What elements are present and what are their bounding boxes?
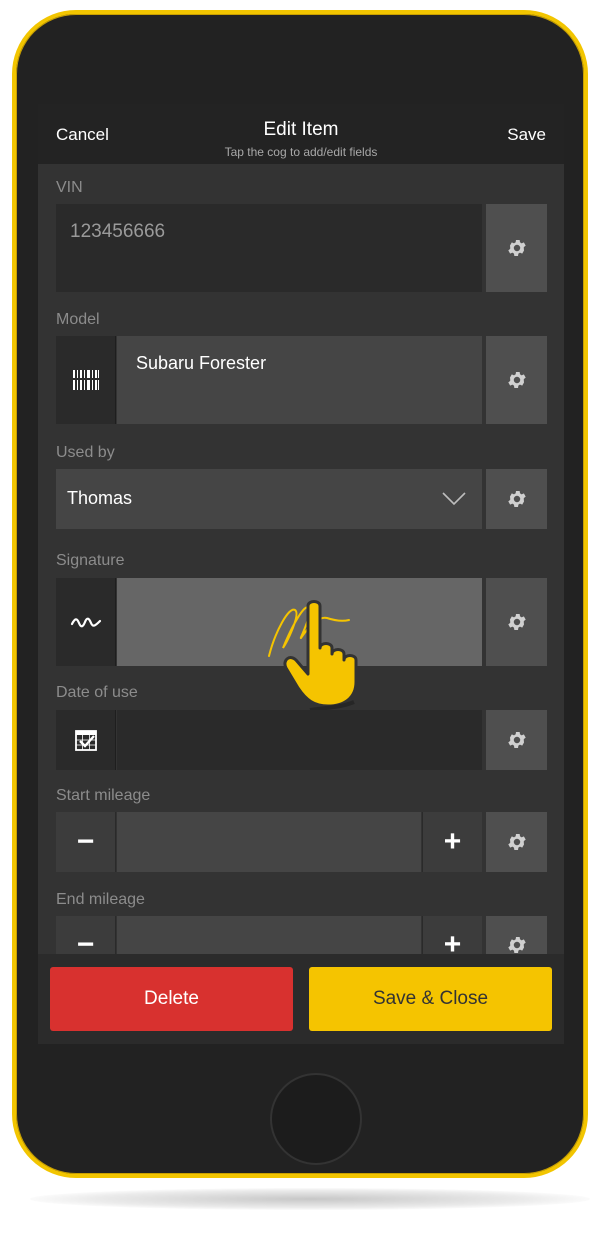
tap-hand-icon <box>283 600 358 710</box>
signature-mode-button[interactable] <box>56 578 116 666</box>
app-screen: Cancel Edit Item Tap the cog to add/edit… <box>38 104 564 1044</box>
chevron-down-icon <box>442 492 466 506</box>
date-of-use-label: Date of use <box>56 684 138 701</box>
model-settings-button[interactable] <box>486 336 547 424</box>
start-mileage-decrement-button[interactable]: − <box>56 812 116 872</box>
gear-icon <box>507 372 526 388</box>
start-mileage-settings-button[interactable] <box>486 812 547 872</box>
used-by-value: Thomas <box>67 488 133 508</box>
signature-icon <box>70 617 101 628</box>
start-mileage-increment-button[interactable]: + <box>422 812 482 872</box>
calendar-check-icon <box>74 730 97 751</box>
vin-field[interactable]: 123456666 <box>56 204 482 292</box>
phone-shadow <box>30 1188 590 1210</box>
gear-icon <box>507 491 526 507</box>
delete-button[interactable]: Delete <box>50 967 293 1031</box>
page-title: Edit Item <box>263 119 339 140</box>
model-label: Model <box>56 311 100 328</box>
gear-icon <box>507 240 526 256</box>
date-of-use-settings-button[interactable] <box>486 710 547 770</box>
gear-icon <box>507 732 526 748</box>
vin-label: VIN <box>56 179 83 196</box>
navigation-bar: Cancel Edit Item Tap the cog to add/edit… <box>38 104 564 164</box>
start-mileage-label: Start mileage <box>56 787 151 804</box>
barcode-scan-button[interactable] <box>56 336 116 424</box>
save-and-close-button[interactable]: Save & Close <box>309 967 552 1031</box>
model-field[interactable]: Subaru Forester <box>117 336 482 424</box>
barcode-icon <box>71 370 100 390</box>
signature-settings-button[interactable] <box>486 578 547 666</box>
start-mileage-field[interactable] <box>117 812 421 872</box>
plus-icon: + <box>443 825 462 858</box>
used-by-settings-button[interactable] <box>486 469 547 529</box>
page-subtitle: Tap the cog to add/edit fields <box>224 145 378 159</box>
end-mileage-label: End mileage <box>56 891 145 908</box>
gear-icon <box>507 834 526 850</box>
home-button[interactable] <box>270 1073 362 1165</box>
minus-icon: − <box>76 825 95 858</box>
date-of-use-field[interactable] <box>117 710 482 770</box>
gear-icon <box>507 937 526 953</box>
used-by-label: Used by <box>56 444 115 461</box>
signature-label: Signature <box>56 552 125 569</box>
vin-value: 123456666 <box>70 221 166 242</box>
calendar-button[interactable] <box>56 710 116 770</box>
model-value: Subaru Forester <box>136 353 267 373</box>
used-by-select[interactable]: Thomas <box>56 469 482 529</box>
action-bar: Delete Save & Close <box>38 954 564 1044</box>
gear-icon <box>507 614 526 630</box>
save-button[interactable]: Save <box>507 125 546 145</box>
vin-settings-button[interactable] <box>486 204 547 292</box>
